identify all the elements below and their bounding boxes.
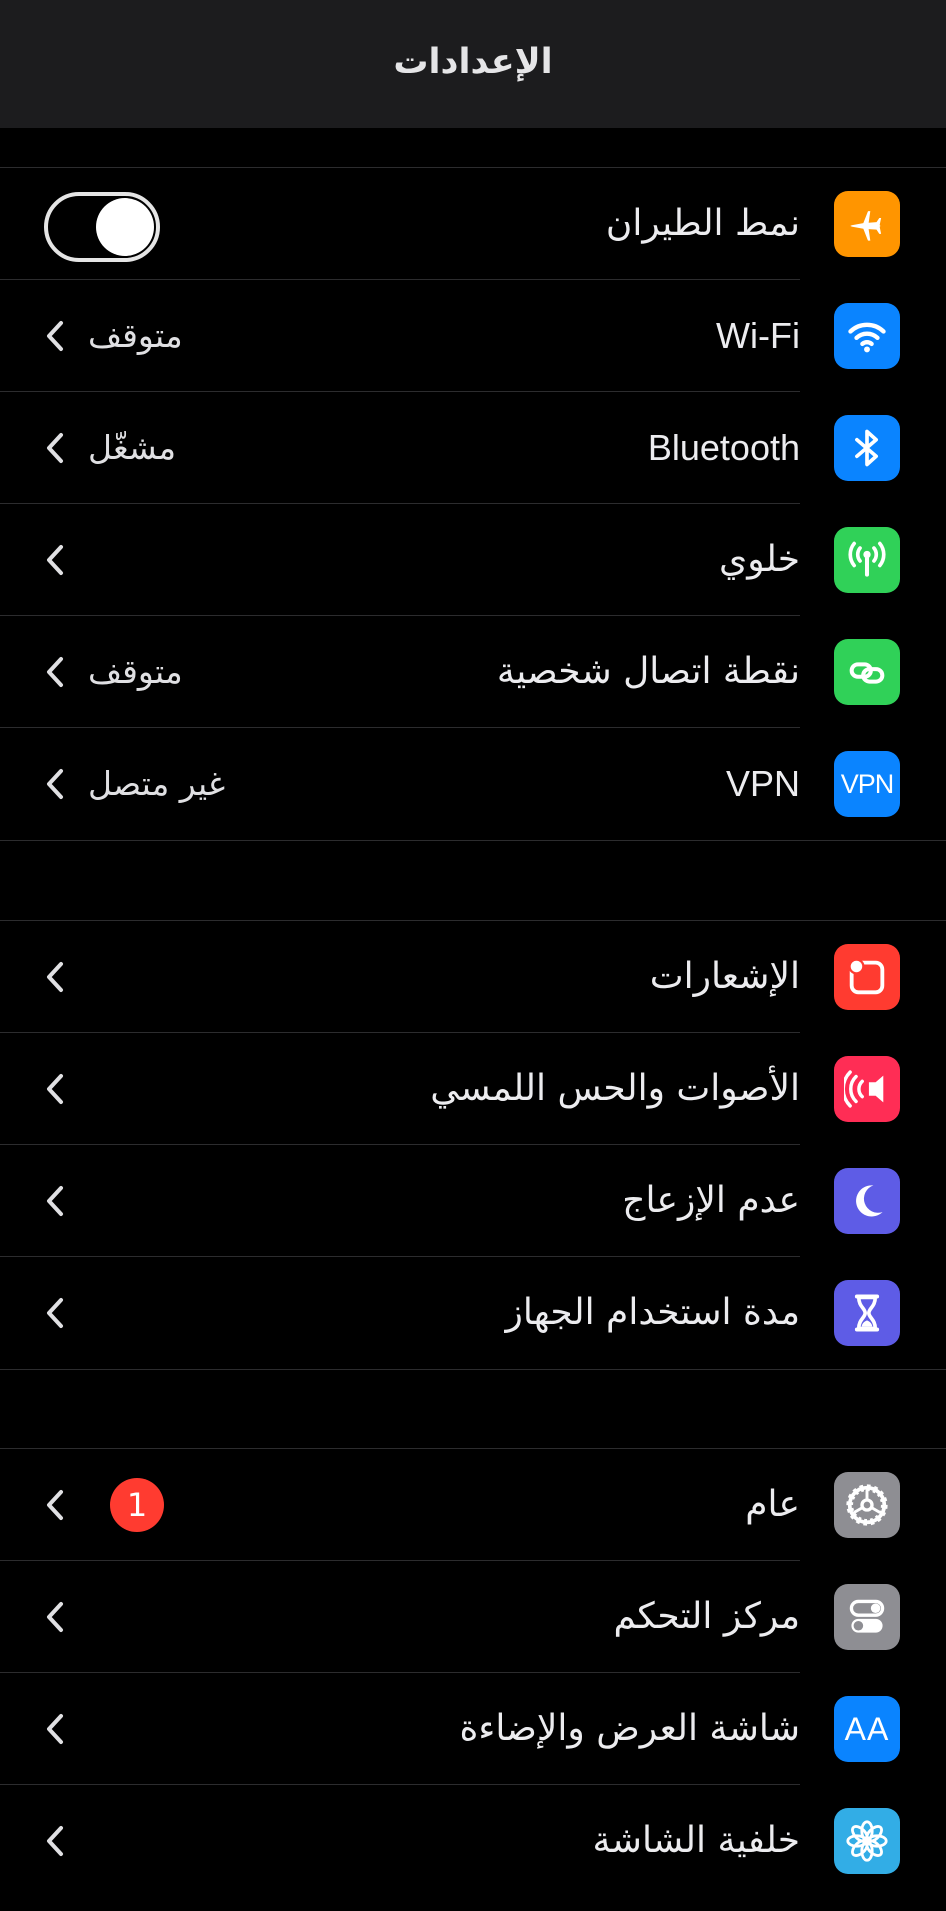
notifications-icon — [834, 944, 900, 1010]
hotspot-chain-icon — [834, 639, 900, 705]
cellular-label: خلوي — [719, 539, 800, 580]
wifi-label: Wi-Fi — [716, 315, 800, 356]
speaker-icon — [834, 1056, 900, 1122]
flower-icon — [834, 1808, 900, 1874]
display-brightness-label: شاشة العرض والإضاءة — [459, 1708, 800, 1749]
wifi-icon — [834, 303, 900, 369]
vpn-icon: VPN — [834, 751, 900, 817]
bluetooth-status-value: مشغّل — [88, 428, 177, 467]
toggle-knob — [96, 198, 154, 256]
chevron-left-icon — [47, 1826, 63, 1856]
chevron-left-icon — [47, 1186, 63, 1216]
chevron-left-icon — [47, 1298, 63, 1328]
cellular-row[interactable]: خلوي — [0, 504, 946, 616]
cellular-antenna-icon — [834, 527, 900, 593]
gear-icon — [834, 1472, 900, 1538]
do-not-disturb-row[interactable]: عدم الإزعاج — [0, 1145, 946, 1257]
chevron-left-icon — [47, 657, 63, 687]
switches-icon — [834, 1584, 900, 1650]
do-not-disturb-label: عدم الإزعاج — [622, 1180, 800, 1221]
chevron-left-icon — [47, 962, 63, 992]
chevron-left-icon — [47, 1714, 63, 1744]
wallpaper-label: خلفية الشاشة — [592, 1820, 800, 1861]
sounds-haptics-row[interactable]: الأصوات والحس اللمسي — [0, 1033, 946, 1145]
chevron-left-icon — [47, 433, 63, 463]
wifi-row[interactable]: Wi-Fi متوقف — [0, 280, 946, 392]
vpn-icon-text: VPN — [840, 768, 895, 799]
vpn-status-value: غير متصل — [88, 764, 226, 803]
bluetooth-row[interactable]: Bluetooth مشغّل — [0, 392, 946, 504]
connectivity-group: نمط الطيران Wi-Fi متوقف Bluetooth مشغّل … — [0, 167, 946, 841]
hourglass-icon — [834, 1280, 900, 1346]
sounds-haptics-label: الأصوات والحس اللمسي — [430, 1068, 800, 1109]
wallpaper-row[interactable]: خلفية الشاشة — [0, 1785, 946, 1897]
chevron-left-icon — [47, 1602, 63, 1632]
chevron-left-icon — [47, 321, 63, 351]
airplane-mode-toggle[interactable] — [44, 192, 160, 262]
text-size-icon-text: AA — [844, 1710, 890, 1747]
display-brightness-row[interactable]: AA شاشة العرض والإضاءة — [0, 1673, 946, 1785]
bluetooth-icon — [834, 415, 900, 481]
airplane-mode-label: نمط الطيران — [605, 203, 800, 244]
chevron-left-icon — [47, 769, 63, 799]
control-center-label: مركز التحكم — [613, 1596, 800, 1637]
chevron-left-icon — [47, 1074, 63, 1104]
chevron-left-icon — [47, 545, 63, 575]
airplane-mode-row: نمط الطيران — [0, 168, 946, 280]
hotspot-status-value: متوقف — [88, 652, 183, 691]
navigation-bar: الإعدادات — [0, 0, 946, 128]
screen-time-row[interactable]: مدة استخدام الجهاز — [0, 1257, 946, 1369]
general-group: عام 1 مركز التحكم AA شاشة العرض والإضاءة — [0, 1448, 946, 1897]
moon-icon — [834, 1168, 900, 1234]
bluetooth-label: Bluetooth — [647, 427, 800, 468]
control-center-row[interactable]: مركز التحكم — [0, 1561, 946, 1673]
text-size-icon: AA — [834, 1696, 900, 1762]
screen-time-label: مدة استخدام الجهاز — [505, 1292, 800, 1333]
wifi-status-value: متوقف — [88, 316, 183, 355]
notification-badge: 1 — [110, 1478, 164, 1532]
general-row[interactable]: عام 1 — [0, 1449, 946, 1561]
personal-hotspot-row[interactable]: نقطة اتصال شخصية متوقف — [0, 616, 946, 728]
notifications-label: الإشعارات — [649, 956, 800, 997]
vpn-row[interactable]: VPN VPN غير متصل — [0, 728, 946, 840]
notifications-group: الإشعارات الأصوات والحس اللمسي عدم الإزع… — [0, 920, 946, 1370]
general-label: عام — [745, 1484, 800, 1525]
page-title: الإعدادات — [393, 42, 553, 82]
chevron-left-icon — [47, 1490, 63, 1520]
personal-hotspot-label: نقطة اتصال شخصية — [496, 651, 800, 692]
airplane-icon — [834, 191, 900, 257]
notifications-row[interactable]: الإشعارات — [0, 921, 946, 1033]
vpn-label: VPN — [725, 763, 800, 804]
